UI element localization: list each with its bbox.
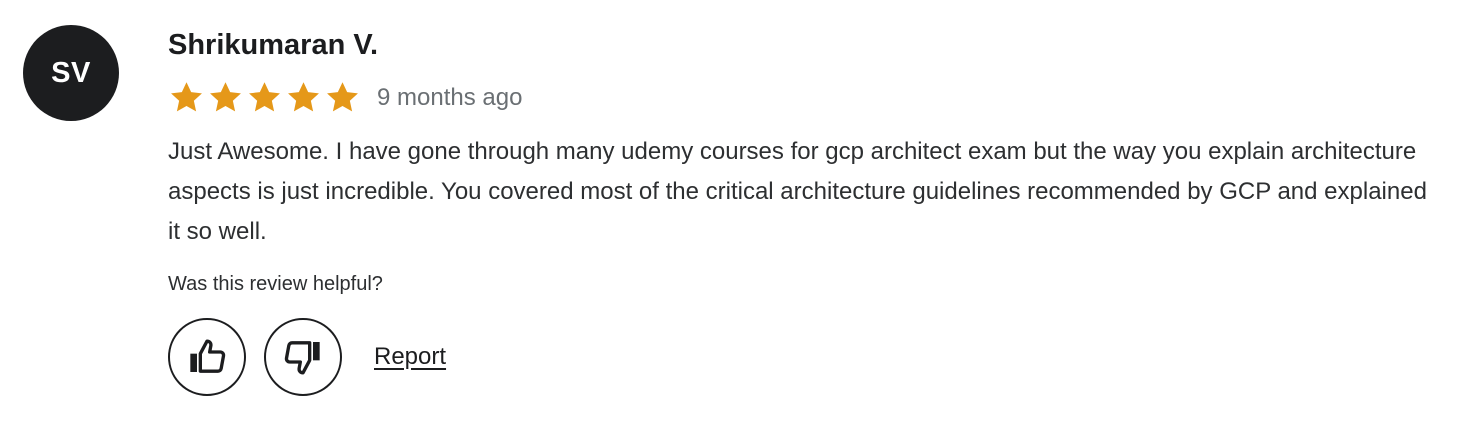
- avatar-initials: SV: [51, 56, 91, 89]
- rating-row: 9 months ago: [168, 78, 1438, 118]
- star-icon: [327, 82, 358, 112]
- report-link[interactable]: Report: [374, 343, 446, 371]
- helpful-question: Was this review helpful?: [168, 273, 383, 295]
- thumbs-down-icon: [284, 341, 320, 375]
- helpful-button[interactable]: [168, 318, 246, 396]
- star-rating: [168, 80, 361, 116]
- avatar: SV: [23, 25, 119, 121]
- star-icon: [210, 82, 241, 112]
- not-helpful-button[interactable]: [264, 318, 342, 396]
- review-text: Just Awesome. I have gone through many u…: [168, 138, 1427, 245]
- feedback-actions: Report: [168, 318, 1438, 396]
- star-icon: [171, 82, 202, 112]
- star-icon: [288, 82, 319, 112]
- review-card: Shrikumaran V. 9 months ago Just Awesome…: [168, 24, 1438, 396]
- review-date: 9 months ago: [377, 84, 523, 111]
- thumbs-up-icon: [190, 339, 226, 373]
- reviewer-name: Shrikumaran V.: [168, 29, 379, 61]
- star-icon: [249, 82, 280, 112]
